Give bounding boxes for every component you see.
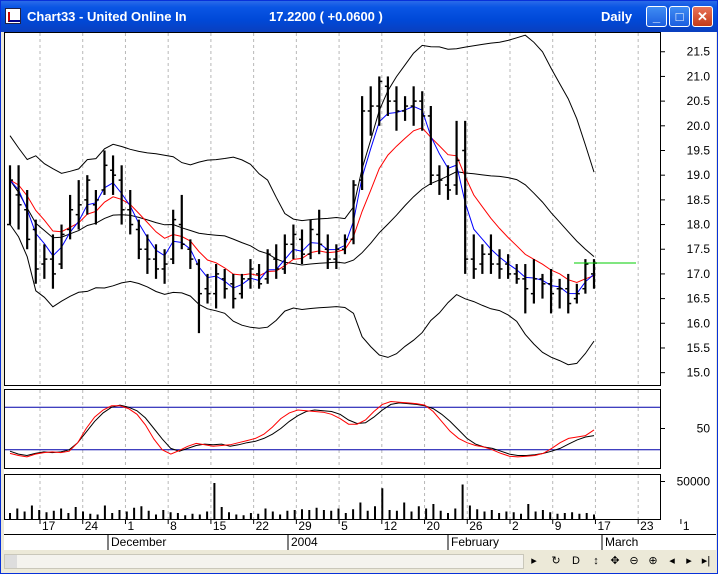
stochastic-panel-frame: [4, 389, 661, 469]
x-day-label: 17: [597, 519, 611, 533]
minimize-icon: _: [652, 9, 661, 24]
maximize-icon: □: [675, 9, 684, 24]
price-tick-label: 18.5: [687, 193, 711, 207]
daily-button[interactable]: D: [568, 553, 584, 570]
stochastic-d-line: [9, 400, 595, 458]
maximize-button[interactable]: □: [669, 6, 690, 27]
x-day-label: 22: [256, 519, 270, 533]
zoom-in-icon[interactable]: ⊕: [645, 553, 661, 570]
stock-chart[interactable]: 172418152229512202629172318December2004F…: [4, 32, 716, 550]
x-day-label: 1: [683, 519, 690, 533]
chart-window: Chart33 - United Online In 17.2200 ( +0.…: [0, 0, 718, 574]
x-day-label: 20: [427, 519, 441, 533]
chart-area[interactable]: 172418152229512202629172318December2004F…: [4, 32, 716, 550]
x-day-label: 15: [213, 519, 227, 533]
x-day-label: 9: [555, 519, 562, 533]
chart-app-icon[interactable]: [5, 8, 21, 24]
price-tick-label: 20.0: [687, 119, 711, 133]
x-day-label: 12: [384, 519, 398, 533]
scroll-right-button[interactable]: ▸: [526, 553, 542, 570]
refresh-icon[interactable]: ↻: [548, 553, 564, 570]
close-button[interactable]: ✕: [692, 6, 713, 27]
minimize-button[interactable]: _: [646, 6, 667, 27]
price-tick-label: 16.0: [687, 316, 711, 330]
x-month-label: February: [451, 535, 499, 549]
title-bar[interactable]: Chart33 - United Online In 17.2200 ( +0.…: [1, 1, 717, 32]
price-tick-label: 19.0: [687, 168, 711, 182]
scrollbar-thumb[interactable]: [5, 555, 17, 568]
price-tick-label: 16.5: [687, 292, 711, 306]
x-day-label: 23: [640, 519, 654, 533]
price-tick-label: 20.5: [687, 94, 711, 108]
chart-toolbar: ▸ ↻ D ↕ ✥ ⊖ ⊕ ◂ ▸ ▸|: [4, 551, 716, 572]
price-tick-label: 19.5: [687, 143, 711, 157]
x-month-label: March: [605, 535, 638, 549]
bollinger-upper-line: [9, 34, 595, 222]
move-icon[interactable]: ✥: [607, 553, 623, 570]
price-tick-label: 17.0: [687, 267, 711, 281]
x-day-label: 26: [469, 519, 483, 533]
x-month-label: December: [111, 535, 166, 549]
x-day-label: 2: [512, 519, 519, 533]
vertical-pan-icon[interactable]: ↕: [588, 553, 604, 570]
price-tick-label: 17.5: [687, 242, 711, 256]
price-tick-label: 18.0: [687, 218, 711, 232]
window-title: Chart33 - United Online In: [27, 9, 187, 24]
end-icon[interactable]: ▸|: [698, 553, 714, 570]
x-day-label: 17: [42, 519, 56, 533]
zoom-out-icon[interactable]: ⊖: [626, 553, 642, 570]
volume-panel-frame: [4, 474, 661, 520]
horizontal-scrollbar[interactable]: [4, 554, 524, 569]
price-panel-frame: [4, 32, 661, 386]
x-day-label: 8: [170, 519, 177, 533]
x-day-label: 1: [127, 519, 134, 533]
volume-tick-label: 50000: [677, 475, 711, 489]
next-icon[interactable]: ▸: [681, 553, 697, 570]
x-day-label: 24: [85, 519, 99, 533]
stochastic-tick-label: 50: [697, 422, 711, 436]
price-tick-label: 15.5: [687, 341, 711, 355]
close-icon: ✕: [697, 9, 708, 24]
title-price: 17.2200 ( +0.0600 ): [269, 9, 383, 24]
x-day-label: 5: [341, 519, 348, 533]
x-day-label: 29: [298, 519, 312, 533]
price-tick-label: 15.0: [687, 366, 711, 380]
prev-icon[interactable]: ◂: [664, 553, 680, 570]
period-label: Daily: [601, 9, 633, 24]
price-tick-label: 21.0: [687, 69, 711, 83]
price-tick-label: 21.5: [687, 45, 711, 59]
x-month-label: 2004: [291, 535, 318, 549]
